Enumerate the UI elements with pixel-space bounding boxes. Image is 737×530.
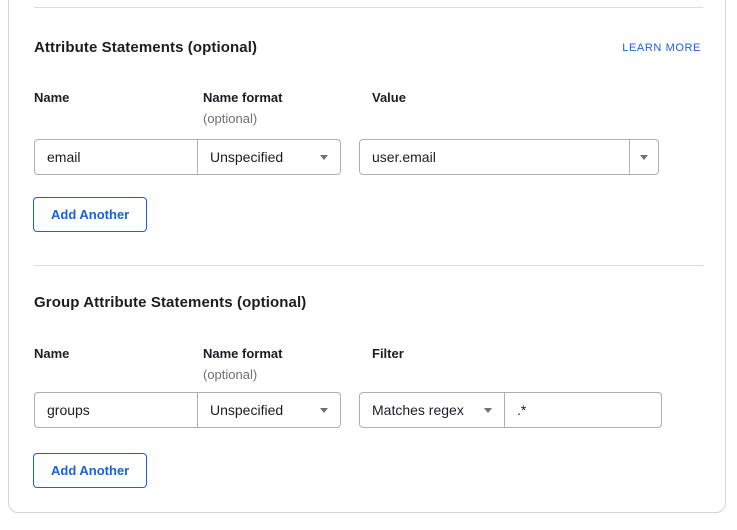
column-label-name: Name — [34, 346, 69, 361]
attribute-name-input[interactable] — [34, 139, 198, 175]
group-filter-value-input[interactable] — [504, 392, 662, 428]
column-label-name-format-optional: (optional) — [203, 367, 257, 382]
attribute-name-format-select-value: Unspecified — [210, 149, 283, 165]
attribute-name-format-group: Unspecified — [34, 139, 341, 175]
column-label-name-format-optional: (optional) — [203, 111, 257, 126]
attribute-name-format-select[interactable]: Unspecified — [197, 139, 341, 175]
group-name-format-group: Unspecified — [34, 392, 341, 428]
add-another-group-attribute-button[interactable]: Add Another — [33, 453, 147, 488]
caret-down-icon — [320, 155, 328, 160]
caret-down-icon — [484, 408, 492, 413]
group-attribute-statements-title: Group Attribute Statements (optional) — [34, 294, 306, 311]
caret-down-icon — [320, 408, 328, 413]
add-another-attribute-button[interactable]: Add Another — [33, 197, 147, 232]
column-label-name-format: Name format — [203, 90, 282, 105]
attribute-statements-title: Attribute Statements (optional) — [34, 39, 257, 56]
column-label-value: Value — [372, 90, 406, 105]
group-name-format-select-value: Unspecified — [210, 402, 283, 418]
group-name-input[interactable] — [34, 392, 198, 428]
attribute-value-input[interactable] — [359, 139, 630, 175]
attribute-value-group — [359, 139, 659, 175]
group-name-format-select[interactable]: Unspecified — [197, 392, 341, 428]
column-label-name-format: Name format — [203, 346, 282, 361]
section-divider — [34, 7, 703, 8]
group-filter-type-select[interactable]: Matches regex — [359, 392, 505, 428]
group-filter-type-select-value: Matches regex — [372, 402, 464, 418]
settings-card: Attribute Statements (optional) LEARN MO… — [8, 0, 726, 513]
column-label-name: Name — [34, 90, 69, 105]
caret-down-icon — [640, 155, 648, 160]
column-label-filter: Filter — [372, 346, 404, 361]
learn-more-link[interactable]: LEARN MORE — [622, 42, 701, 54]
attribute-value-dropdown-button[interactable] — [629, 139, 659, 175]
group-filter-group: Matches regex — [359, 392, 662, 428]
section-divider — [34, 265, 703, 266]
